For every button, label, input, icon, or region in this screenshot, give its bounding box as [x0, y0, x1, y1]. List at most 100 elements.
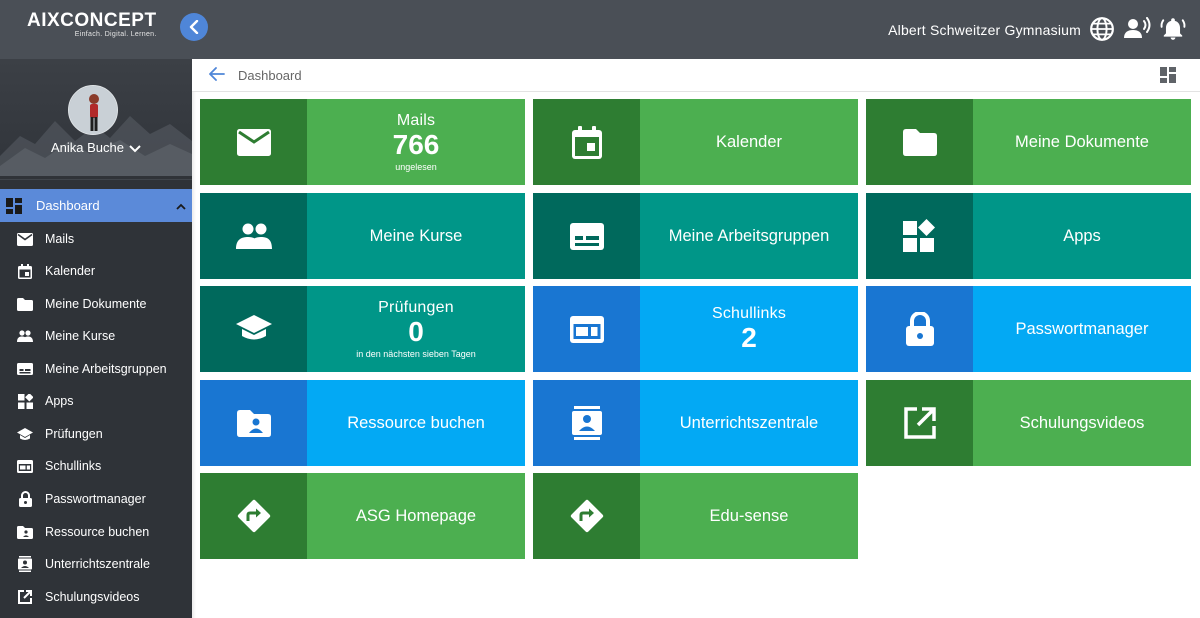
tile-title: Prüfungen: [378, 299, 454, 316]
user-voice-icon[interactable]: [1124, 16, 1152, 42]
unread-count: 766: [392, 129, 440, 160]
sidebar-item-label: Schullinks: [45, 459, 102, 473]
graduation-cap-icon: [200, 286, 307, 372]
tile-label: Schulungsvideos: [1019, 413, 1145, 432]
tile-mails[interactable]: Mails 766 ungelesen: [200, 99, 525, 185]
contact-icon: [533, 380, 640, 466]
divider: [0, 179, 192, 180]
brand-tagline: Einfach. Digital. Lernen.: [74, 31, 157, 38]
sidebar-item-label: Prüfungen: [45, 427, 103, 441]
sidebar-item-label: Mails: [45, 232, 75, 246]
sidebar-item-kalender[interactable]: Kalender: [0, 255, 192, 287]
sidebar-item-dashboard[interactable]: Dashboard: [0, 189, 192, 222]
tile-label: Meine Kurse: [369, 226, 463, 245]
user-menu[interactable]: Anika Buche: [0, 140, 192, 156]
tile-pruefungen[interactable]: Prüfungen 0 in den nächsten sieben Tagen: [200, 286, 525, 372]
open-external-icon: [16, 588, 34, 606]
bell-icon[interactable]: [1160, 16, 1186, 42]
directions-icon: [533, 473, 640, 559]
school-name: Albert Schweitzer Gymnasium: [888, 22, 1081, 38]
top-bar: AIXCONCEPT Einfach. Digital. Lernen. Alb…: [0, 0, 1200, 59]
sidebar-item-label: Passwortmanager: [45, 492, 146, 506]
sidebar-item-label: Dashboard: [36, 198, 100, 213]
sidebar-item-apps[interactable]: Apps: [0, 385, 192, 417]
exam-count: 0: [408, 316, 424, 347]
tile-edu-sense[interactable]: Edu-sense: [533, 473, 858, 559]
tile-schulungsvideos[interactable]: Schulungsvideos: [866, 380, 1191, 466]
mail-icon: [200, 99, 307, 185]
tile-label: Passwortmanager: [1015, 319, 1149, 338]
sidebar-item-pruefungen[interactable]: Prüfungen: [0, 418, 192, 450]
tile-label: Edu-sense: [709, 506, 789, 525]
sidebar-item-schulungsvideos[interactable]: Schulungsvideos: [0, 581, 192, 613]
tile-label: Ressource buchen: [347, 413, 485, 432]
tile-label: Meine Dokumente: [1015, 132, 1149, 151]
user-name: Anika Buche: [51, 140, 124, 155]
tile-schullinks[interactable]: Schullinks 2: [533, 286, 858, 372]
tile-passwortmanager[interactable]: Passwortmanager: [866, 286, 1191, 372]
folder-user-icon: [16, 523, 34, 541]
sidebar-item-label: Apps: [45, 394, 74, 408]
tile-apps[interactable]: Apps: [866, 193, 1191, 279]
tile-label: Unterrichtszentrale: [679, 413, 819, 432]
page-title: Dashboard: [238, 68, 302, 83]
sidebar-item-label: Ressource buchen: [45, 525, 150, 539]
chevron-up-icon: [176, 198, 186, 213]
calendar-icon: [16, 262, 34, 280]
sidebar-item-kurse[interactable]: Meine Kurse: [0, 320, 192, 352]
tile-asg-homepage[interactable]: ASG Homepage: [200, 473, 525, 559]
sidebar-item-label: Schulungsvideos: [45, 590, 140, 604]
tile-label: Kalender: [715, 132, 783, 151]
tile-arbeitsgruppen[interactable]: Meine Arbeitsgruppen: [533, 193, 858, 279]
mail-icon: [16, 230, 34, 248]
folder-icon: [16, 295, 34, 313]
sidebar-item-schullinks[interactable]: Schullinks: [0, 450, 192, 482]
tile-label: Meine Arbeitsgruppen: [668, 226, 830, 245]
folder-icon: [866, 99, 973, 185]
tile-ressource[interactable]: Ressource buchen: [200, 380, 525, 466]
tile-label: Apps: [1063, 226, 1101, 245]
lock-icon: [866, 286, 973, 372]
card-icon: [533, 193, 640, 279]
tile-kalender[interactable]: Kalender: [533, 99, 858, 185]
sidebar-item-ressource[interactable]: Ressource buchen: [0, 516, 192, 548]
card-icon: [16, 360, 34, 378]
sidebar-item-arbeitsgruppen[interactable]: Meine Arbeitsgruppen: [0, 353, 192, 385]
tile-unterrichtszentrale[interactable]: Unterrichtszentrale: [533, 380, 858, 466]
sidebar-shadow: [192, 59, 196, 618]
globe-icon[interactable]: [1089, 16, 1115, 42]
sidebar-item-dokumente[interactable]: Meine Dokumente: [0, 288, 192, 320]
lock-icon: [16, 490, 34, 508]
sidebar-item-unterrichtszentrale[interactable]: Unterrichtszentrale: [0, 548, 192, 580]
dashboard-icon: [5, 197, 23, 215]
avatar[interactable]: [68, 85, 118, 135]
people-icon: [200, 193, 307, 279]
apps-icon: [866, 193, 973, 279]
chevron-down-icon: [129, 141, 141, 156]
arrow-back-icon[interactable]: [209, 67, 225, 86]
tile-kurse[interactable]: Meine Kurse: [200, 193, 525, 279]
apps-icon: [16, 392, 34, 410]
sidebar-item-mails[interactable]: Mails: [0, 223, 192, 255]
profile-card: Anika Buche: [0, 59, 192, 176]
sidebar-item-label: Meine Kurse: [45, 329, 116, 343]
sidebar-item-label: Kalender: [45, 264, 96, 278]
tile-dokumente[interactable]: Meine Dokumente: [866, 99, 1191, 185]
directions-icon: [200, 473, 307, 559]
tile-label: ASG Homepage: [355, 506, 477, 525]
dashboard-layout-icon[interactable]: [1160, 67, 1176, 88]
chevron-left-icon: [189, 20, 199, 34]
contact-icon: [16, 555, 34, 573]
brand-name: AIXCONCEPT: [27, 10, 157, 31]
brand-logo[interactable]: AIXCONCEPT Einfach. Digital. Lernen.: [27, 10, 157, 39]
folder-user-icon: [200, 380, 307, 466]
sidebar-item-passwortmanager[interactable]: Passwortmanager: [0, 483, 192, 515]
tile-title: Mails: [396, 112, 436, 129]
breadcrumb: Dashboard: [192, 59, 1200, 92]
tile-subtitle: in den nächsten sieben Tagen: [356, 349, 476, 359]
people-icon: [16, 327, 34, 345]
sidebar-item-label: Unterrichtszentrale: [45, 557, 150, 571]
sidebar-item-label: Meine Dokumente: [45, 297, 147, 311]
tile-subtitle: ungelesen: [395, 162, 437, 172]
sidebar-collapse-button[interactable]: [180, 13, 208, 41]
